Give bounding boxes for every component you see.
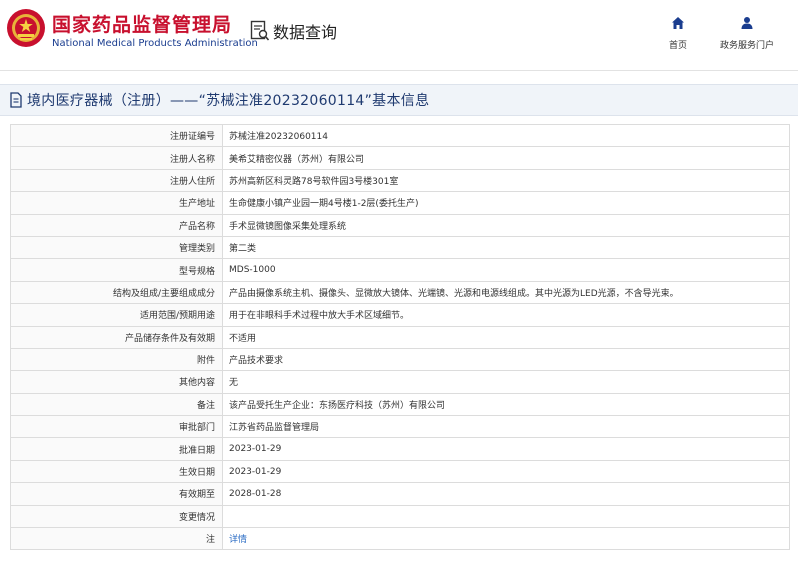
- field-value: 生命健康小镇产业园一期4号楼1-2层(委托生产): [229, 199, 419, 210]
- field-value: 2023-01-29: [229, 466, 282, 477]
- field-value: 2028-01-28: [229, 488, 282, 499]
- field-value-cell: 不适用: [222, 325, 790, 349]
- field-label: 型号规格: [10, 258, 223, 282]
- field-label: 批准日期: [10, 437, 223, 461]
- page-title: 境内医疗器械（注册）——“苏械注准20232060114”基本信息: [27, 93, 430, 109]
- field-value: MDS-1000: [229, 265, 276, 276]
- field-value-cell: 生命健康小镇产业园一期4号楼1-2层(委托生产): [222, 191, 790, 215]
- data-query-label: 数据查询: [273, 23, 338, 42]
- field-value: 2023-01-29: [229, 444, 282, 455]
- field-value: 第二类: [229, 244, 257, 255]
- field-value: 无: [229, 378, 239, 389]
- site-header: 国家药品监督管理局 National Medical Products Admi…: [0, 0, 798, 70]
- nav-home-label: 首页: [668, 41, 687, 51]
- table-row: 管理类别 第二类: [10, 235, 790, 260]
- document-icon: [10, 92, 22, 108]
- field-value: 美希艾精密仪器（苏州）有限公司: [229, 154, 365, 165]
- home-icon: [672, 17, 684, 29]
- field-value-cell: 美希艾精密仪器（苏州）有限公司: [222, 146, 790, 170]
- table-row: 适用范围/预期用途 用于在非眼科手术过程中放大手术区域细节。: [10, 303, 790, 327]
- field-value-cell: 产品技术要求: [222, 347, 790, 372]
- table-row: 审批部门 江苏省药品监督管理局: [10, 415, 790, 439]
- field-value: 该产品受托生产企业：东扬医疗科技（苏州）有限公司: [229, 400, 446, 411]
- data-query-heading: 数据查询: [250, 18, 337, 44]
- table-row: 附件 产品技术要求: [10, 347, 790, 372]
- table-row: 生产地址 生命健康小镇产业园一期4号楼1-2层(委托生产): [10, 191, 790, 215]
- field-label: 生效日期: [10, 459, 223, 484]
- field-label: 其他内容: [10, 370, 223, 394]
- field-value: 苏械注准20232060114: [229, 132, 328, 143]
- org-name-en: National Medical Products Administration: [52, 38, 258, 49]
- field-value-cell: 无: [222, 370, 790, 394]
- field-value: 产品由摄像系统主机、摄像头、显微放大镜体、光端镜、光源和电源线组成。其中光源为L…: [229, 288, 679, 299]
- field-label: 注册人名称: [10, 146, 223, 170]
- header-divider: [0, 70, 798, 71]
- field-label: 变更情况: [10, 504, 223, 529]
- field-label: 注册证编号: [10, 123, 223, 148]
- table-row: 注册人名称 美希艾精密仪器（苏州）有限公司: [10, 146, 790, 170]
- field-value: 产品技术要求: [229, 356, 284, 367]
- table-row: 产品储存条件及有效期 不适用: [10, 325, 790, 349]
- page-title-bar: 境内医疗器械（注册）——“苏械注准20232060114”基本信息: [0, 84, 798, 116]
- table-row: 注册人住所 苏州高新区科灵路78号软件园3号楼301室: [10, 168, 790, 193]
- field-value-cell: 详情: [222, 527, 790, 551]
- field-label: 结构及组成/主要组成成分: [10, 280, 223, 305]
- field-label: 审批部门: [10, 415, 223, 439]
- field-label: 适用范围/预期用途: [10, 303, 223, 327]
- table-row: 批准日期 2023-01-29: [10, 437, 790, 461]
- field-value-cell: [222, 504, 790, 529]
- field-value: 不适用: [229, 333, 257, 344]
- field-value-cell: 用于在非眼科手术过程中放大手术区域细节。: [222, 303, 790, 327]
- field-value-cell: MDS-1000: [222, 258, 790, 282]
- field-value-cell: 2023-01-29: [222, 459, 790, 484]
- field-value-cell: 2028-01-28: [222, 482, 790, 506]
- table-row: 型号规格 MDS-1000: [10, 258, 790, 282]
- table-row: 其他内容无: [10, 370, 790, 394]
- table-row: 结构及组成/主要组成成分 产品由摄像系统主机、摄像头、显微放大镜体、光端镜、光源和…: [10, 280, 790, 305]
- field-value: 江苏省药品监督管理局: [229, 423, 320, 434]
- field-value-cell: 第二类: [222, 235, 790, 260]
- field-label: 附件: [10, 347, 223, 372]
- table-row: 生效日期 2023-01-29: [10, 459, 790, 484]
- field-label: 产品名称: [10, 213, 223, 237]
- field-value-cell: 2023-01-29: [222, 437, 790, 461]
- field-label: 管理类别: [10, 235, 223, 260]
- field-value-cell: 苏州高新区科灵路78号软件园3号楼301室: [222, 168, 790, 193]
- field-value: 苏州高新区科灵路78号软件园3号楼301室: [229, 176, 399, 187]
- table-row: 备注 该产品受托生产企业：东扬医疗科技（苏州）有限公司: [10, 392, 790, 417]
- field-value-cell: 产品由摄像系统主机、摄像头、显微放大镜体、光端镜、光源和电源线组成。其中光源为L…: [222, 280, 790, 305]
- field-value-cell: 江苏省药品监督管理局: [222, 415, 790, 439]
- nav-portal-label: 政务服务门户: [719, 41, 774, 51]
- table-row: 变更情况: [10, 504, 790, 529]
- org-name-cn[interactable]: 国家药品监督管理局: [52, 10, 232, 37]
- field-value: 用于在非眼科手术过程中放大手术区域细节。: [229, 311, 410, 322]
- table-row: 产品名称 手术显微镜图像采集处理系统: [10, 213, 790, 237]
- national-emblem-icon: [7, 9, 45, 47]
- user-icon: [741, 17, 753, 29]
- document-search-icon: [250, 20, 270, 41]
- table-row: 有效期至 2028-01-28: [10, 482, 790, 506]
- registration-detail-table: 注册证编号 苏械注准20232060114 注册人名称 美希艾精密仪器（苏州）有限公司…: [10, 123, 790, 551]
- table-row: 注册证编号 苏械注准20232060114: [10, 123, 790, 148]
- field-label: 有效期至: [10, 482, 223, 506]
- field-label: 注册人住所: [10, 168, 223, 193]
- field-label: 产品储存条件及有效期: [10, 325, 223, 349]
- nav-service-portal[interactable]: 政务服务门户: [712, 16, 782, 51]
- table-row: 注详情: [10, 527, 790, 551]
- details-link[interactable]: 详情: [229, 535, 247, 545]
- field-value-cell: 手术显微镜图像采集处理系统: [222, 213, 790, 237]
- nav-home[interactable]: 首页: [664, 16, 692, 51]
- field-value-cell: 该产品受托生产企业：东扬医疗科技（苏州）有限公司: [222, 392, 790, 417]
- field-value-cell: 苏械注准20232060114: [222, 123, 790, 148]
- field-label: 注: [10, 527, 223, 551]
- field-label: 生产地址: [10, 191, 223, 215]
- field-value: 手术显微镜图像采集处理系统: [229, 221, 347, 232]
- field-label: 备注: [10, 392, 223, 417]
